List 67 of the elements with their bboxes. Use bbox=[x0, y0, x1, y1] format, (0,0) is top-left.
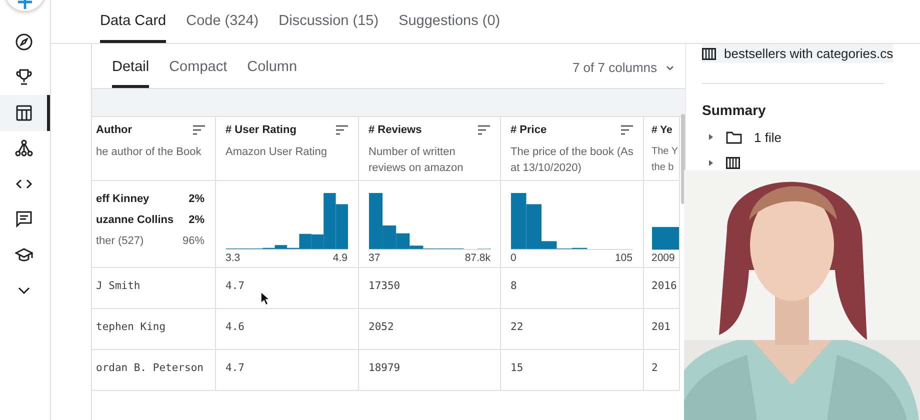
chevron-down-icon bbox=[18, 286, 30, 294]
column-name[interactable]: Author bbox=[96, 124, 132, 136]
column-description: he author of the Book bbox=[96, 145, 202, 160]
cursor-icon bbox=[260, 291, 270, 306]
axis-min: 3.3 bbox=[226, 252, 240, 264]
value-share: 2% bbox=[188, 192, 204, 204]
table-cell: 201 bbox=[652, 320, 670, 332]
table-cell: J Smith bbox=[96, 280, 140, 292]
sort-icon[interactable] bbox=[620, 125, 632, 135]
view-tab[interactable]: Compact bbox=[169, 59, 228, 88]
axis-max: 87.8k bbox=[464, 252, 490, 264]
column-name[interactable]: # Price bbox=[510, 124, 547, 136]
table-cell: 4.7 bbox=[226, 280, 244, 292]
table-cell: 18979 bbox=[368, 362, 400, 374]
caret-icon[interactable] bbox=[708, 159, 714, 167]
table-cell: 4.6 bbox=[226, 320, 244, 332]
histogram-drawing bbox=[652, 224, 678, 250]
table-icon bbox=[702, 48, 716, 60]
summary-heading: Summary bbox=[702, 102, 767, 118]
axis-min: 37 bbox=[368, 252, 380, 264]
tab[interactable]: Suggestions (0) bbox=[398, 13, 500, 43]
column-name[interactable]: # User Rating bbox=[226, 124, 296, 136]
axis-max: 105 bbox=[614, 252, 632, 264]
value-label: ther (527) bbox=[96, 234, 144, 246]
table-cell: 22 bbox=[510, 320, 524, 332]
value-label: eff Kinney bbox=[96, 192, 150, 204]
value-share: 96% bbox=[182, 234, 204, 246]
table-icon bbox=[726, 157, 740, 169]
comment-icon bbox=[14, 210, 32, 228]
table-cell: 2052 bbox=[368, 320, 394, 332]
table-icon bbox=[14, 104, 32, 122]
column-name[interactable]: # Reviews bbox=[368, 124, 422, 136]
tab[interactable]: Code (324) bbox=[186, 13, 259, 43]
folder-icon bbox=[726, 130, 742, 144]
trophy-icon bbox=[14, 68, 32, 86]
table-cell: 2016 bbox=[652, 280, 677, 292]
column-description: The Y the b bbox=[652, 145, 678, 175]
value-share: 2% bbox=[188, 214, 204, 226]
columns-dropdown[interactable]: 7 of 7 columns bbox=[572, 60, 675, 75]
axis-min: 0 bbox=[510, 252, 516, 264]
table-cell: 17350 bbox=[368, 280, 400, 292]
axis-max: 4.9 bbox=[332, 252, 348, 264]
network-icon bbox=[14, 139, 32, 158]
caret-icon[interactable] bbox=[708, 133, 714, 141]
sort-icon[interactable] bbox=[478, 125, 490, 135]
column-name[interactable]: # Ye bbox=[652, 124, 672, 136]
column-description: The price of the book (As at 13/10/2020) bbox=[510, 145, 632, 176]
view-tab[interactable]: Column bbox=[247, 59, 298, 88]
axis-min: 2009 bbox=[652, 252, 675, 264]
tab[interactable]: Discussion (15) bbox=[278, 13, 379, 43]
sort-icon[interactable] bbox=[192, 125, 204, 135]
column-description: Number of written reviews on amazon bbox=[368, 145, 464, 176]
table-cell: 15 bbox=[510, 362, 524, 374]
graduation-cap-icon bbox=[14, 246, 32, 264]
value-label: uzanne Collins bbox=[96, 214, 174, 226]
sort-icon[interactable] bbox=[336, 125, 348, 135]
tab[interactable]: Data Card bbox=[100, 13, 166, 43]
table-cell: 4.7 bbox=[226, 362, 244, 374]
file-item[interactable]: bestsellers with categories.cs bbox=[702, 44, 894, 63]
table-cell: tephen King bbox=[96, 320, 166, 332]
table-cell: 2 bbox=[652, 362, 658, 374]
summary-item[interactable]: 1 file bbox=[754, 130, 782, 144]
compass-icon bbox=[14, 32, 32, 51]
table-cell: 8 bbox=[510, 280, 517, 292]
nav-button[interactable] bbox=[0, 95, 50, 130]
table-cell: ordan B. Peterson bbox=[96, 362, 204, 374]
column-description: Amazon User Rating bbox=[226, 145, 328, 160]
